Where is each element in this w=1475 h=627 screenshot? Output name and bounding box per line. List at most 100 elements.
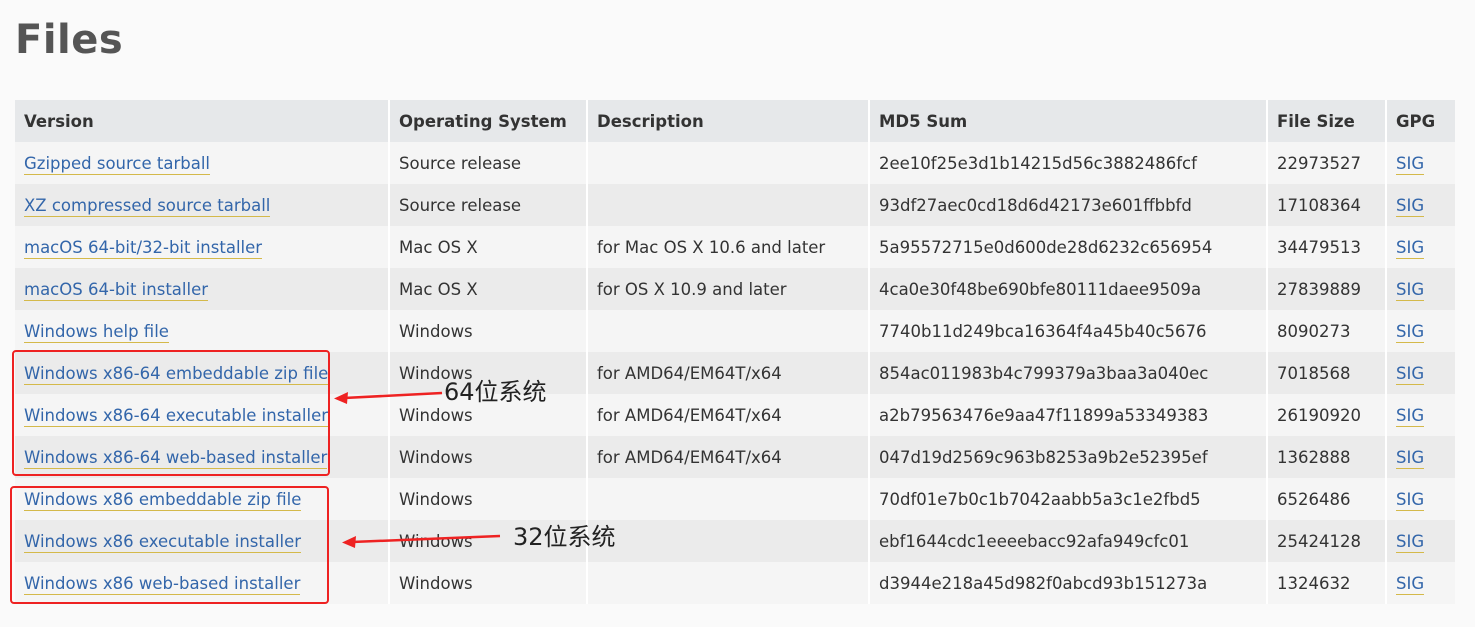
sig-link[interactable]: SIG (1396, 573, 1425, 595)
description-cell (588, 478, 870, 520)
gpg-cell: SIG (1387, 436, 1455, 478)
gpg-cell: SIG (1387, 478, 1455, 520)
md5-cell: 7740b11d249bca16364f4a45b40c5676 (870, 310, 1268, 352)
gpg-cell: SIG (1387, 268, 1455, 310)
table-row: macOS 64-bit installer Mac OS X for OS X… (15, 268, 1455, 310)
md5-cell: 70df01e7b0c1b7042aabb5a3c1e2fbd5 (870, 478, 1268, 520)
files-page: Files Version Operating System Descripti… (0, 0, 1475, 627)
gpg-cell: SIG (1387, 310, 1455, 352)
page-title: Files (15, 17, 124, 63)
size-cell: 1324632 (1268, 562, 1387, 604)
gpg-cell: SIG (1387, 142, 1455, 184)
gpg-cell: SIG (1387, 226, 1455, 268)
column-header-os: Operating System (390, 100, 588, 142)
sig-link[interactable]: SIG (1396, 363, 1425, 385)
version-cell: Windows x86 executable installer (15, 520, 390, 562)
download-link[interactable]: macOS 64-bit/32-bit installer (24, 237, 263, 259)
md5-cell: ebf1644cdc1eeeebacc92afa949cfc01 (870, 520, 1268, 562)
version-cell: Windows x86-64 web-based installer (15, 436, 390, 478)
os-cell: Source release (390, 142, 588, 184)
md5-cell: 854ac011983b4c799379a3baa3a040ec (870, 352, 1268, 394)
download-link[interactable]: Windows x86-64 executable installer (24, 405, 329, 427)
sig-link[interactable]: SIG (1396, 405, 1425, 427)
sig-link[interactable]: SIG (1396, 153, 1425, 175)
gpg-cell: SIG (1387, 352, 1455, 394)
download-link[interactable]: Windows x86 executable installer (24, 531, 302, 553)
table-row: Windows x86 web-based installer Windows … (15, 562, 1455, 604)
table-row: Gzipped source tarball Source release 2e… (15, 142, 1455, 184)
size-cell: 17108364 (1268, 184, 1387, 226)
arrow-32bit-icon (342, 534, 501, 548)
size-cell: 34479513 (1268, 226, 1387, 268)
description-cell: for AMD64/EM64T/x64 (588, 436, 870, 478)
size-cell: 1362888 (1268, 436, 1387, 478)
table-header-row: Version Operating System Description MD5… (15, 100, 1455, 142)
version-cell: XZ compressed source tarball (15, 184, 390, 226)
os-cell: Windows (390, 478, 588, 520)
size-cell: 26190920 (1268, 394, 1387, 436)
sig-link[interactable]: SIG (1396, 531, 1425, 553)
sig-link[interactable]: SIG (1396, 195, 1425, 217)
table-row: Windows x86-64 embeddable zip file Windo… (15, 352, 1455, 394)
download-link[interactable]: Windows x86 web-based installer (24, 573, 301, 595)
column-header-file-size: File Size (1268, 100, 1387, 142)
description-cell (588, 184, 870, 226)
md5-cell: a2b79563476e9aa47f11899a53349383 (870, 394, 1268, 436)
size-cell: 25424128 (1268, 520, 1387, 562)
download-link[interactable]: Windows help file (24, 321, 169, 343)
description-cell: for Mac OS X 10.6 and later (588, 226, 870, 268)
description-cell (588, 142, 870, 184)
md5-cell: 93df27aec0cd18d6d42173e601ffbbfd (870, 184, 1268, 226)
description-cell: for AMD64/EM64T/x64 (588, 352, 870, 394)
arrow-64bit-icon (334, 391, 443, 404)
md5-cell: d3944e218a45d982f0abcd93b151273a (870, 562, 1268, 604)
md5-cell: 047d19d2569c963b8253a9b2e52395ef (870, 436, 1268, 478)
size-cell: 27839889 (1268, 268, 1387, 310)
column-header-md5: MD5 Sum (870, 100, 1268, 142)
download-link[interactable]: Windows x86 embeddable zip file (24, 489, 302, 511)
table-row: macOS 64-bit/32-bit installer Mac OS X f… (15, 226, 1455, 268)
column-header-version: Version (15, 100, 390, 142)
sig-link[interactable]: SIG (1396, 237, 1425, 259)
size-cell: 8090273 (1268, 310, 1387, 352)
files-table: Version Operating System Description MD5… (15, 100, 1455, 604)
os-cell: Source release (390, 184, 588, 226)
md5-cell: 4ca0e30f48be690bfe80111daee9509a (870, 268, 1268, 310)
size-cell: 7018568 (1268, 352, 1387, 394)
table-row: XZ compressed source tarball Source rele… (15, 184, 1455, 226)
sig-link[interactable]: SIG (1396, 279, 1425, 301)
size-cell: 22973527 (1268, 142, 1387, 184)
version-cell: Windows x86 embeddable zip file (15, 478, 390, 520)
description-cell (588, 562, 870, 604)
description-cell: for OS X 10.9 and later (588, 268, 870, 310)
annotation-label-64bit: 64位系统 (444, 378, 547, 406)
download-link[interactable]: XZ compressed source tarball (24, 195, 271, 217)
sig-link[interactable]: SIG (1396, 489, 1425, 511)
download-link[interactable]: Windows x86-64 embeddable zip file (24, 363, 329, 385)
gpg-cell: SIG (1387, 394, 1455, 436)
version-cell: Windows x86 web-based installer (15, 562, 390, 604)
download-link[interactable]: Windows x86-64 web-based installer (24, 447, 328, 469)
size-cell: 6526486 (1268, 478, 1387, 520)
version-cell: Windows help file (15, 310, 390, 352)
description-cell (588, 310, 870, 352)
description-cell: for AMD64/EM64T/x64 (588, 394, 870, 436)
table-row: Windows x86 executable installer Windows… (15, 520, 1455, 562)
column-header-gpg: GPG (1387, 100, 1455, 142)
md5-cell: 5a95572715e0d600de28d6232c656954 (870, 226, 1268, 268)
download-link[interactable]: Gzipped source tarball (24, 153, 211, 175)
os-cell: Windows (390, 562, 588, 604)
gpg-cell: SIG (1387, 184, 1455, 226)
os-cell: Windows (390, 436, 588, 478)
gpg-cell: SIG (1387, 562, 1455, 604)
version-cell: macOS 64-bit installer (15, 268, 390, 310)
table-row: Windows x86 embeddable zip file Windows … (15, 478, 1455, 520)
table-row: Windows x86-64 executable installer Wind… (15, 394, 1455, 436)
sig-link[interactable]: SIG (1396, 321, 1425, 343)
version-cell: macOS 64-bit/32-bit installer (15, 226, 390, 268)
description-cell (588, 520, 870, 562)
sig-link[interactable]: SIG (1396, 447, 1425, 469)
download-link[interactable]: macOS 64-bit installer (24, 279, 209, 301)
os-cell: Mac OS X (390, 226, 588, 268)
column-header-description: Description (588, 100, 870, 142)
